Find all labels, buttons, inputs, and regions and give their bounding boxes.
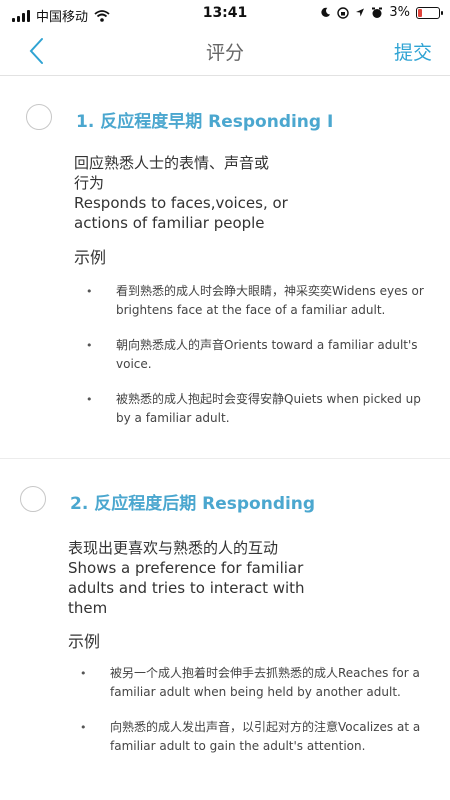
- description-line: adults and tries to interact with: [68, 579, 305, 597]
- description-line: 表现出更喜欢与熟悉的人的互动: [68, 539, 279, 557]
- navigation-bar: 评分 提交: [0, 28, 450, 76]
- item-title: 2. 反应程度后期 Responding: [70, 494, 316, 514]
- moon-icon: [321, 7, 331, 17]
- radio-button[interactable]: [20, 486, 46, 512]
- example-item: 被另一个成人抱着时会伸手去抓熟悉的成人Reaches for a familia…: [80, 664, 430, 702]
- description-line: 行为: [74, 174, 105, 192]
- description-line: Shows a preference for familiar: [68, 559, 304, 577]
- item-description: 回应熟悉人士的表情、声音或 行为 Responds to faces,voice…: [74, 153, 334, 233]
- page-title: 评分: [205, 42, 244, 64]
- example-item: 被熟悉的成人抱起时会变得安静Quiets when picked up by a…: [86, 390, 436, 428]
- description-line: them: [68, 599, 108, 617]
- examples-label: 示例: [74, 248, 107, 267]
- example-item: 向熟悉的成人发出声音，以引起对方的注意Vocalizes at a famili…: [80, 718, 430, 756]
- location-icon: [356, 8, 365, 17]
- item-description: 表现出更喜欢与熟悉的人的互动 Shows a preference for fa…: [68, 538, 338, 618]
- alarm-icon: [372, 7, 383, 18]
- submit-button[interactable]: 提交: [394, 38, 432, 65]
- lock-rotation-icon: [337, 6, 350, 19]
- example-item: 看到熟悉的成人时会睁大眼睛，神采奕奕Widens eyes or brighte…: [86, 282, 436, 320]
- item-title: 1. 反应程度早期 Responding I: [76, 112, 334, 132]
- description-line: actions of familiar people: [74, 214, 265, 232]
- battery-icon: [416, 6, 443, 19]
- status-right: 3%: [320, 5, 443, 20]
- radio-button[interactable]: [26, 104, 52, 130]
- examples-list: 被另一个成人抱着时会伸手去抓熟悉的成人Reaches for a familia…: [80, 664, 430, 772]
- example-item: 朝向熟悉成人的声音Orients toward a familiar adult…: [86, 336, 436, 374]
- description-line: 回应熟悉人士的表情、声音或: [74, 154, 270, 172]
- battery-percent: 3%: [389, 5, 410, 20]
- section-divider: [0, 458, 450, 459]
- description-line: Responds to faces,voices, or: [74, 194, 288, 212]
- examples-list: 看到熟悉的成人时会睁大眼睛，神采奕奕Widens eyes or brighte…: [86, 282, 436, 444]
- status-bar: 中国移动 13:41 3%: [0, 0, 450, 28]
- examples-label: 示例: [68, 632, 101, 651]
